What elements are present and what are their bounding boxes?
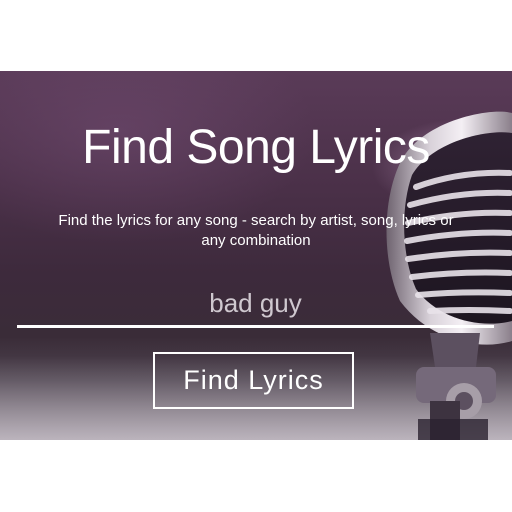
hero-section: Find Song Lyrics Find the lyrics for any…: [0, 71, 512, 440]
search-input[interactable]: [17, 281, 494, 328]
find-lyrics-button[interactable]: Find Lyrics: [153, 352, 354, 409]
page: Find Song Lyrics Find the lyrics for any…: [0, 0, 512, 512]
page-title: Find Song Lyrics: [82, 121, 430, 174]
hero-subtitle: Find the lyrics for any song - search by…: [58, 212, 454, 249]
